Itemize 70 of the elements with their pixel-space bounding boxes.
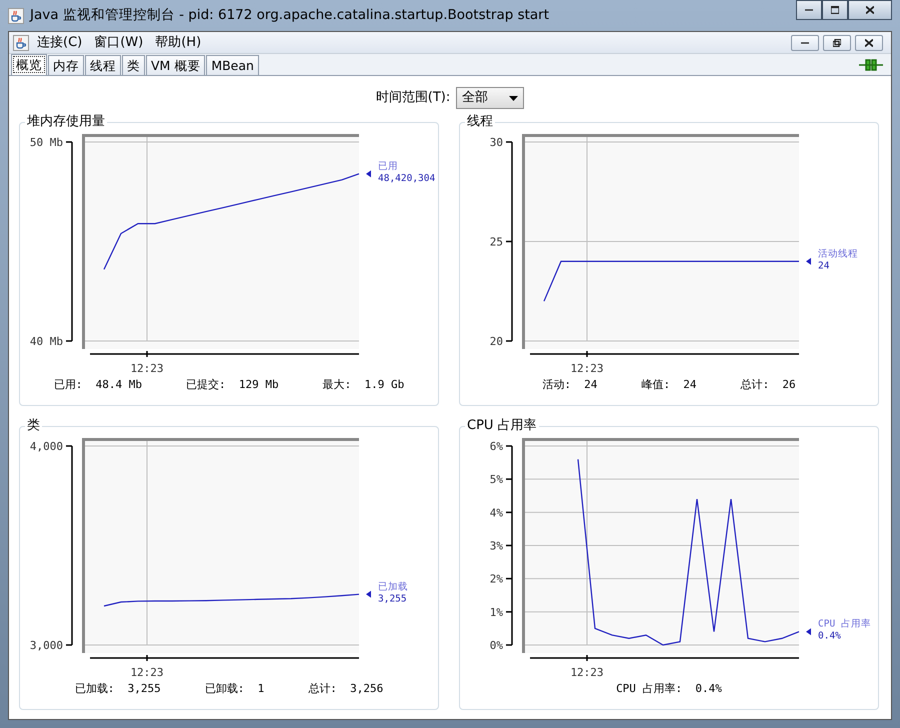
stat-text: 最大: 1.9 Gb bbox=[322, 377, 404, 393]
axis-tick-label: 5% bbox=[490, 473, 503, 486]
stat-text: 峰值: 24 bbox=[641, 377, 697, 393]
legend-marker-icon bbox=[806, 628, 811, 636]
tab[interactable]: 内存 bbox=[48, 55, 84, 75]
panel-title: 堆内存使用量 bbox=[25, 114, 107, 130]
legend-marker-icon bbox=[366, 590, 371, 598]
axis-tick-label: 4,000 bbox=[30, 440, 63, 453]
stat-text: 已用: 48.4 Mb bbox=[54, 377, 142, 393]
minimize-button[interactable] bbox=[796, 0, 822, 20]
tab[interactable]: VM 概要 bbox=[146, 55, 206, 75]
legend-label: 已用 bbox=[378, 160, 398, 172]
legend-value: 3,255 bbox=[378, 593, 407, 604]
panel-title: CPU 占用率 bbox=[465, 418, 539, 434]
axis-tick-label: 4% bbox=[490, 506, 503, 520]
caret-icon bbox=[509, 96, 518, 100]
tab[interactable]: 类 bbox=[122, 55, 145, 75]
time-range-label: 时间范围(T): bbox=[376, 89, 450, 108]
coffee-cup-icon bbox=[13, 34, 29, 50]
legend-value: 24 bbox=[818, 260, 830, 272]
legend-marker-icon bbox=[806, 258, 811, 265]
stat-text: CPU 占用率: 0.4% bbox=[616, 681, 722, 697]
coffee-cup-icon bbox=[8, 8, 24, 24]
stat-text: 已卸载: 1 bbox=[204, 681, 264, 697]
stat-text: 已加载: 3,255 bbox=[74, 681, 161, 697]
axis-tick-label: 2% bbox=[490, 572, 503, 586]
window-title: Java 监视和管理控制台 - pid: 6172 org.apache.catalina.startup.Bootstrap start bbox=[30, 6, 550, 26]
restore-button[interactable] bbox=[823, 34, 851, 50]
tab[interactable]: MBean bbox=[206, 55, 259, 75]
legend-value: 48,420,304 bbox=[378, 172, 436, 184]
axis-tick-label: 12:23 bbox=[130, 362, 164, 375]
tab[interactable]: 线程 bbox=[85, 55, 121, 75]
close-button[interactable] bbox=[848, 0, 892, 20]
maximize-button[interactable] bbox=[822, 0, 848, 20]
axis-tick-label: 12:23 bbox=[570, 666, 604, 679]
legend-label: 已加载 bbox=[378, 581, 408, 592]
stat-text: 已提交: 129 Mb bbox=[186, 377, 279, 393]
restore-icon bbox=[833, 38, 841, 46]
menu-item[interactable]: 连接(C) bbox=[33, 32, 86, 52]
close-icon bbox=[866, 6, 874, 14]
stat-text: 总计: 3,256 bbox=[308, 681, 384, 697]
stat-text: 总计: 26 bbox=[740, 377, 796, 393]
axis-tick-label: 40 Mb bbox=[30, 335, 63, 348]
menu-item[interactable]: 窗口(W) bbox=[90, 32, 148, 52]
menu-item[interactable]: 帮助(H) bbox=[151, 32, 206, 52]
legend-label: CPU 占用率 bbox=[818, 618, 871, 630]
close-button[interactable] bbox=[855, 34, 883, 50]
maximize-icon bbox=[831, 6, 839, 14]
axis-tick-label: 25 bbox=[490, 236, 503, 248]
time-range-dropdown[interactable]: 全部 bbox=[456, 87, 524, 109]
axis-tick-label: 0% bbox=[490, 639, 503, 652]
axis-tick-label: 12:23 bbox=[570, 362, 604, 375]
tab[interactable]: 概览 bbox=[11, 54, 47, 75]
panel-title: 类 bbox=[25, 418, 42, 434]
minimize-icon bbox=[801, 42, 809, 44]
legend-label: 活动线程 bbox=[818, 248, 858, 260]
axis-tick-label: 3,000 bbox=[30, 639, 63, 652]
stat-text: 活动: 24 bbox=[542, 377, 598, 393]
axis-tick-label: 3% bbox=[490, 540, 503, 552]
legend-marker-icon bbox=[366, 170, 371, 178]
close-icon bbox=[865, 38, 873, 46]
axis-tick-label: 20 bbox=[490, 335, 503, 348]
minimize-icon bbox=[805, 9, 813, 11]
axis-tick-label: 50 Mb bbox=[30, 136, 63, 149]
legend-value: 0.4% bbox=[818, 630, 841, 642]
axis-tick-label: 30 bbox=[490, 136, 503, 149]
axis-tick-label: 1% bbox=[490, 606, 503, 619]
axis-tick-label: 6% bbox=[490, 440, 503, 453]
axis-tick-label: 12:23 bbox=[130, 666, 164, 679]
plug-icon bbox=[859, 58, 883, 72]
